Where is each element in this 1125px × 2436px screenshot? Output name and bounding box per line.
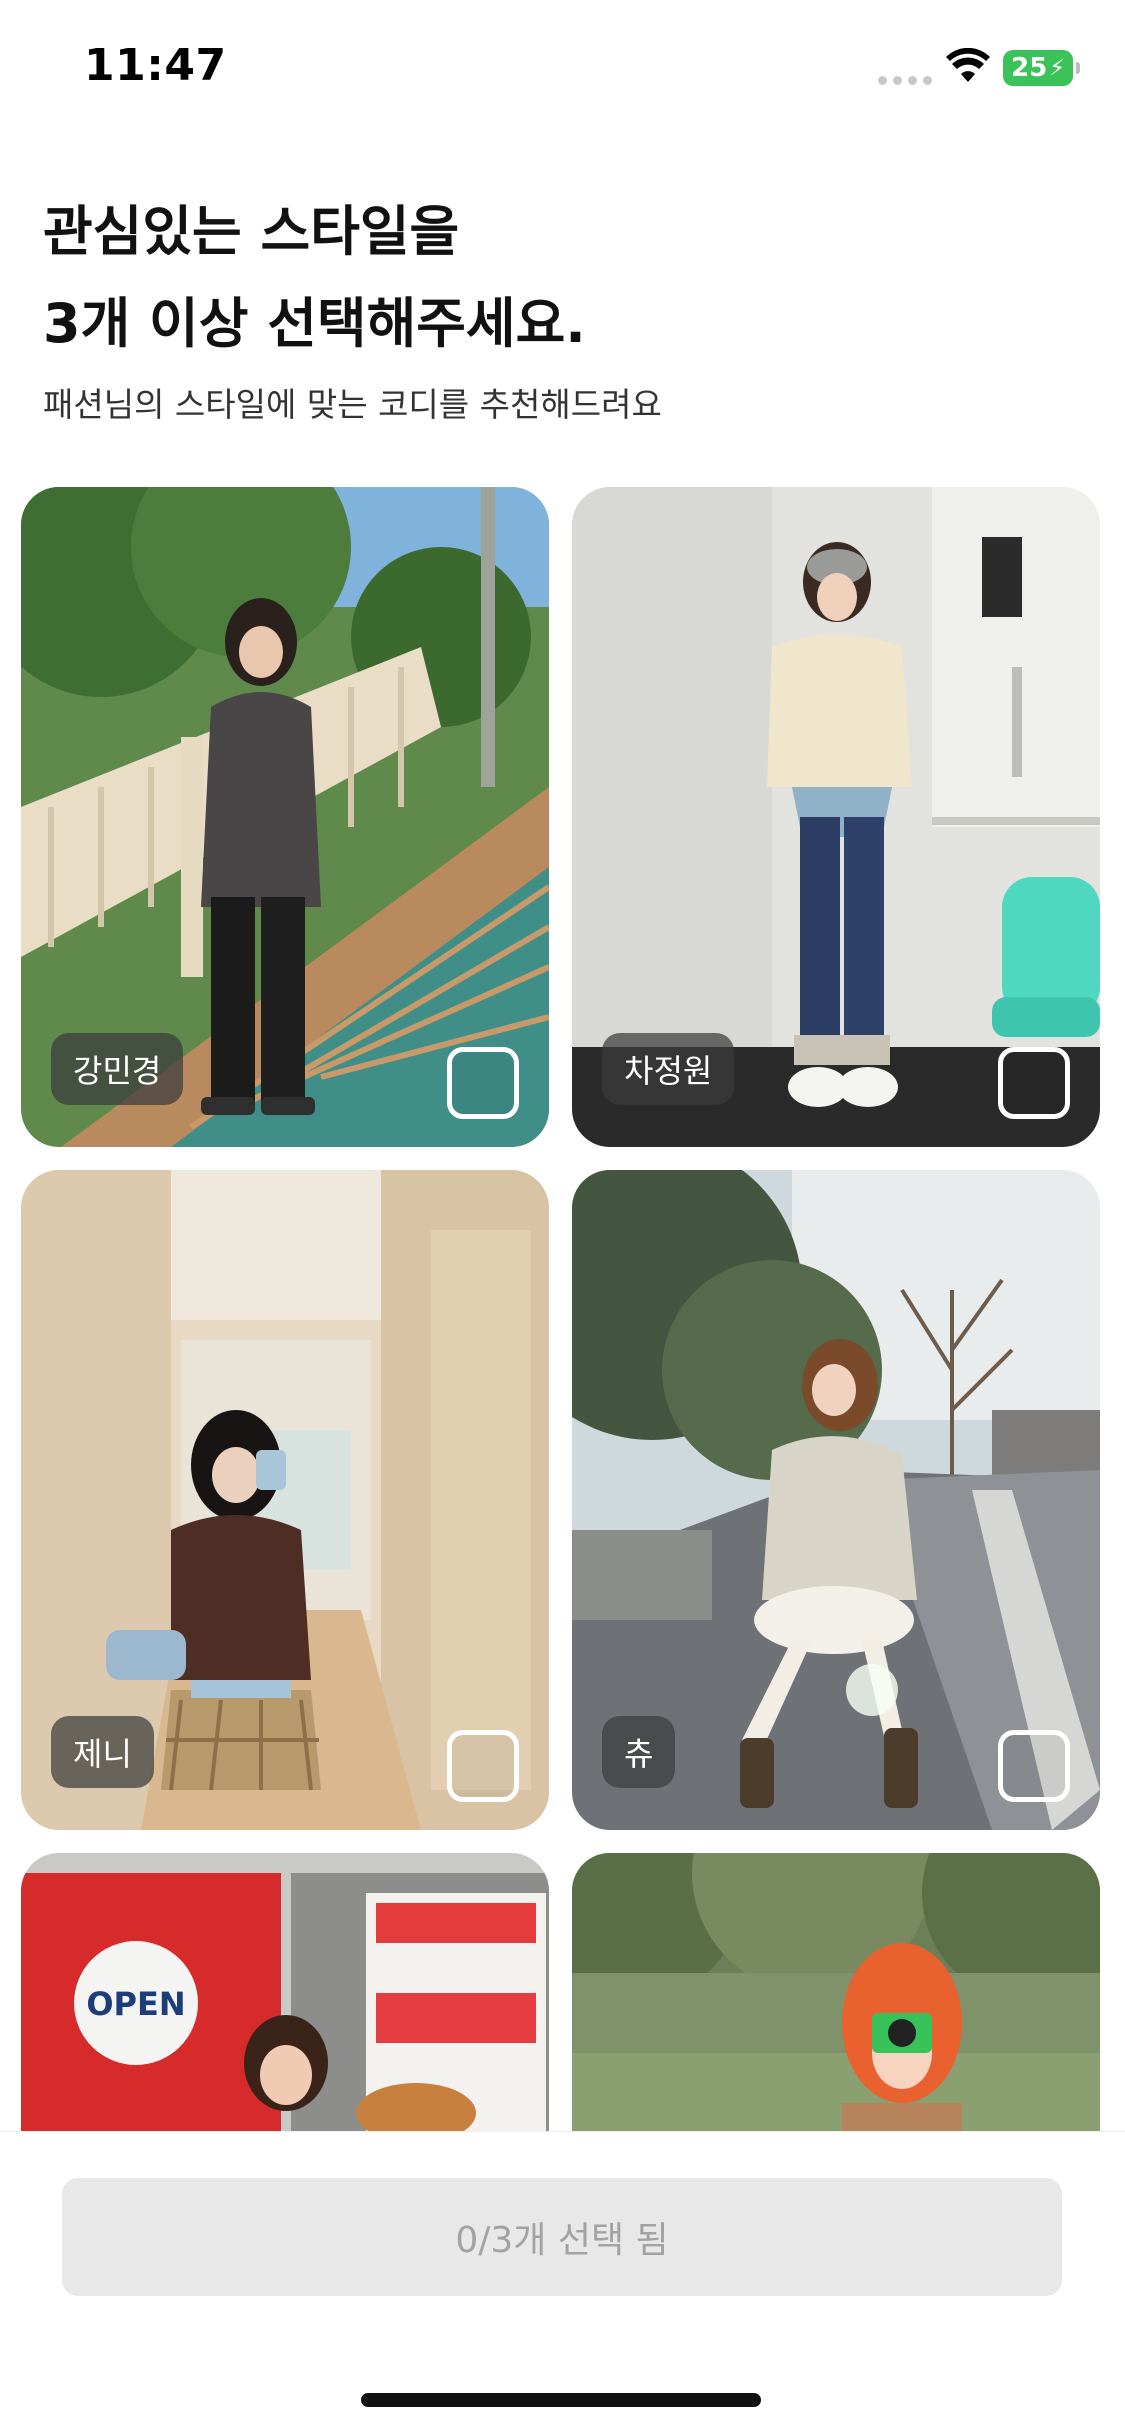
style-name-tag: 강민경 <box>51 1033 184 1105</box>
style-name-tag: 차정원 <box>602 1033 735 1105</box>
battery-level: 25 <box>1011 53 1048 83</box>
selection-count-button[interactable]: 0/3개 선택 됨 <box>62 2178 1062 2296</box>
bottom-action-bar: 0/3개 선택 됨 <box>0 2131 1125 2436</box>
home-indicator[interactable] <box>361 2393 761 2407</box>
style-checkbox[interactable] <box>998 1047 1070 1119</box>
style-checkbox[interactable] <box>447 1730 519 1802</box>
style-card-4[interactable]: 츄 <box>572 1170 1100 1830</box>
style-name-tag: 츄 <box>602 1716 676 1788</box>
charging-bolt-icon: ⚡ <box>1049 55 1065 81</box>
style-checkbox[interactable] <box>998 1730 1070 1802</box>
status-bar: 11:47 25 ⚡ <box>0 0 1125 140</box>
page-subtitle: 패션님의 스타일에 맞는 코디를 추천해드려요 <box>43 385 662 424</box>
style-card-1[interactable]: 강민경 <box>21 487 549 1147</box>
style-card-3[interactable]: 제니 <box>21 1170 549 1830</box>
style-checkbox[interactable] <box>447 1047 519 1119</box>
wifi-icon <box>946 48 990 82</box>
cellular-signal-icon <box>878 76 932 85</box>
style-card-2[interactable]: 차정원 <box>572 487 1100 1147</box>
status-time: 11:47 <box>84 40 227 91</box>
style-name-tag: 제니 <box>51 1716 154 1788</box>
title-line-2: 3개 이상 선택해주세요. <box>43 292 586 355</box>
title-line-1: 관심있는 스타일을 <box>43 200 460 263</box>
page-title: 관심있는 스타일을 3개 이상 선택해주세요. <box>43 186 586 370</box>
open-sign-text: OPEN <box>86 1985 185 2023</box>
style-selection-screen: 11:47 25 ⚡ 관심있는 스타일을 3개 이상 선택해주세요. 패션님의 스… <box>0 0 1125 2436</box>
battery-icon: 25 ⚡ <box>1003 50 1080 86</box>
